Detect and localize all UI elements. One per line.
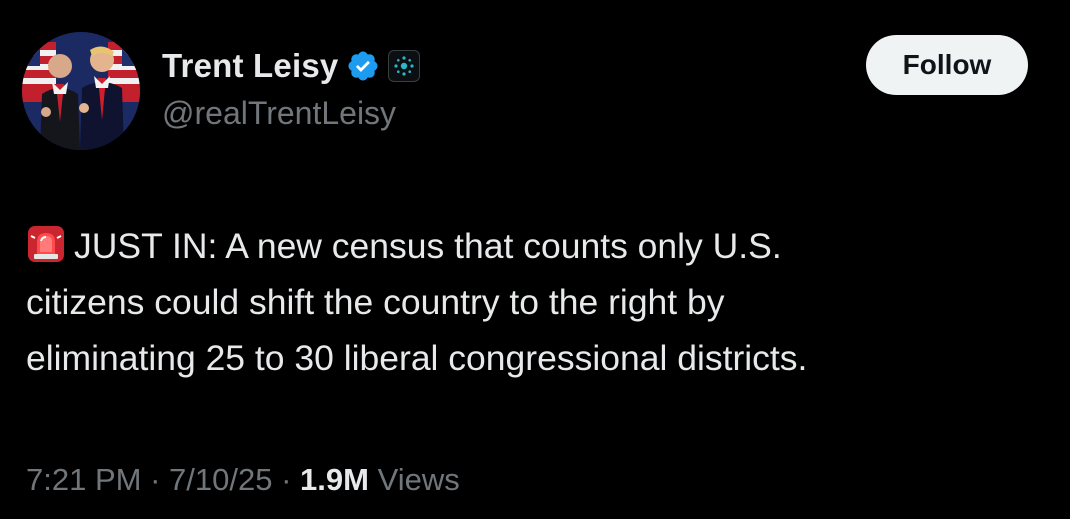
avatar[interactable]	[22, 32, 140, 150]
affiliate-badge-icon[interactable]	[388, 50, 421, 82]
tweet-meta: 7:21 PM · 7/10/25 · 1.9M Views	[26, 462, 460, 498]
tweet-line-1-text: JUST IN: A new census that counts only U…	[74, 226, 782, 266]
views-label[interactable]: Views	[378, 462, 460, 497]
tweet-line-1: JUST IN: A new census that counts only U…	[26, 218, 1056, 274]
meta-separator-2: ·	[281, 462, 292, 497]
author-display-name[interactable]: Trent Leisy	[162, 47, 338, 85]
verified-badge-icon[interactable]	[346, 49, 380, 83]
author-name-row: Trent Leisy	[162, 44, 421, 88]
follow-button[interactable]: Follow	[866, 35, 1028, 95]
tweet-line-2: citizens could shift the country to the …	[26, 282, 725, 322]
tweet-card: Trent Leisy @realTrentLeisy Follow JUST …	[0, 0, 1070, 519]
tweet-time[interactable]: 7:21 PM	[26, 462, 141, 497]
tweet-text: JUST IN: A new census that counts only U…	[26, 218, 1056, 386]
profile-photo	[22, 32, 140, 150]
tweet-date[interactable]: 7/10/25	[169, 462, 272, 497]
rotating-light-icon	[26, 224, 66, 264]
views-count[interactable]: 1.9M	[300, 462, 369, 497]
tweet-line-3: eliminating 25 to 30 liberal congression…	[26, 338, 808, 378]
meta-separator-1: ·	[150, 462, 161, 497]
author-handle[interactable]: @realTrentLeisy	[162, 95, 396, 132]
